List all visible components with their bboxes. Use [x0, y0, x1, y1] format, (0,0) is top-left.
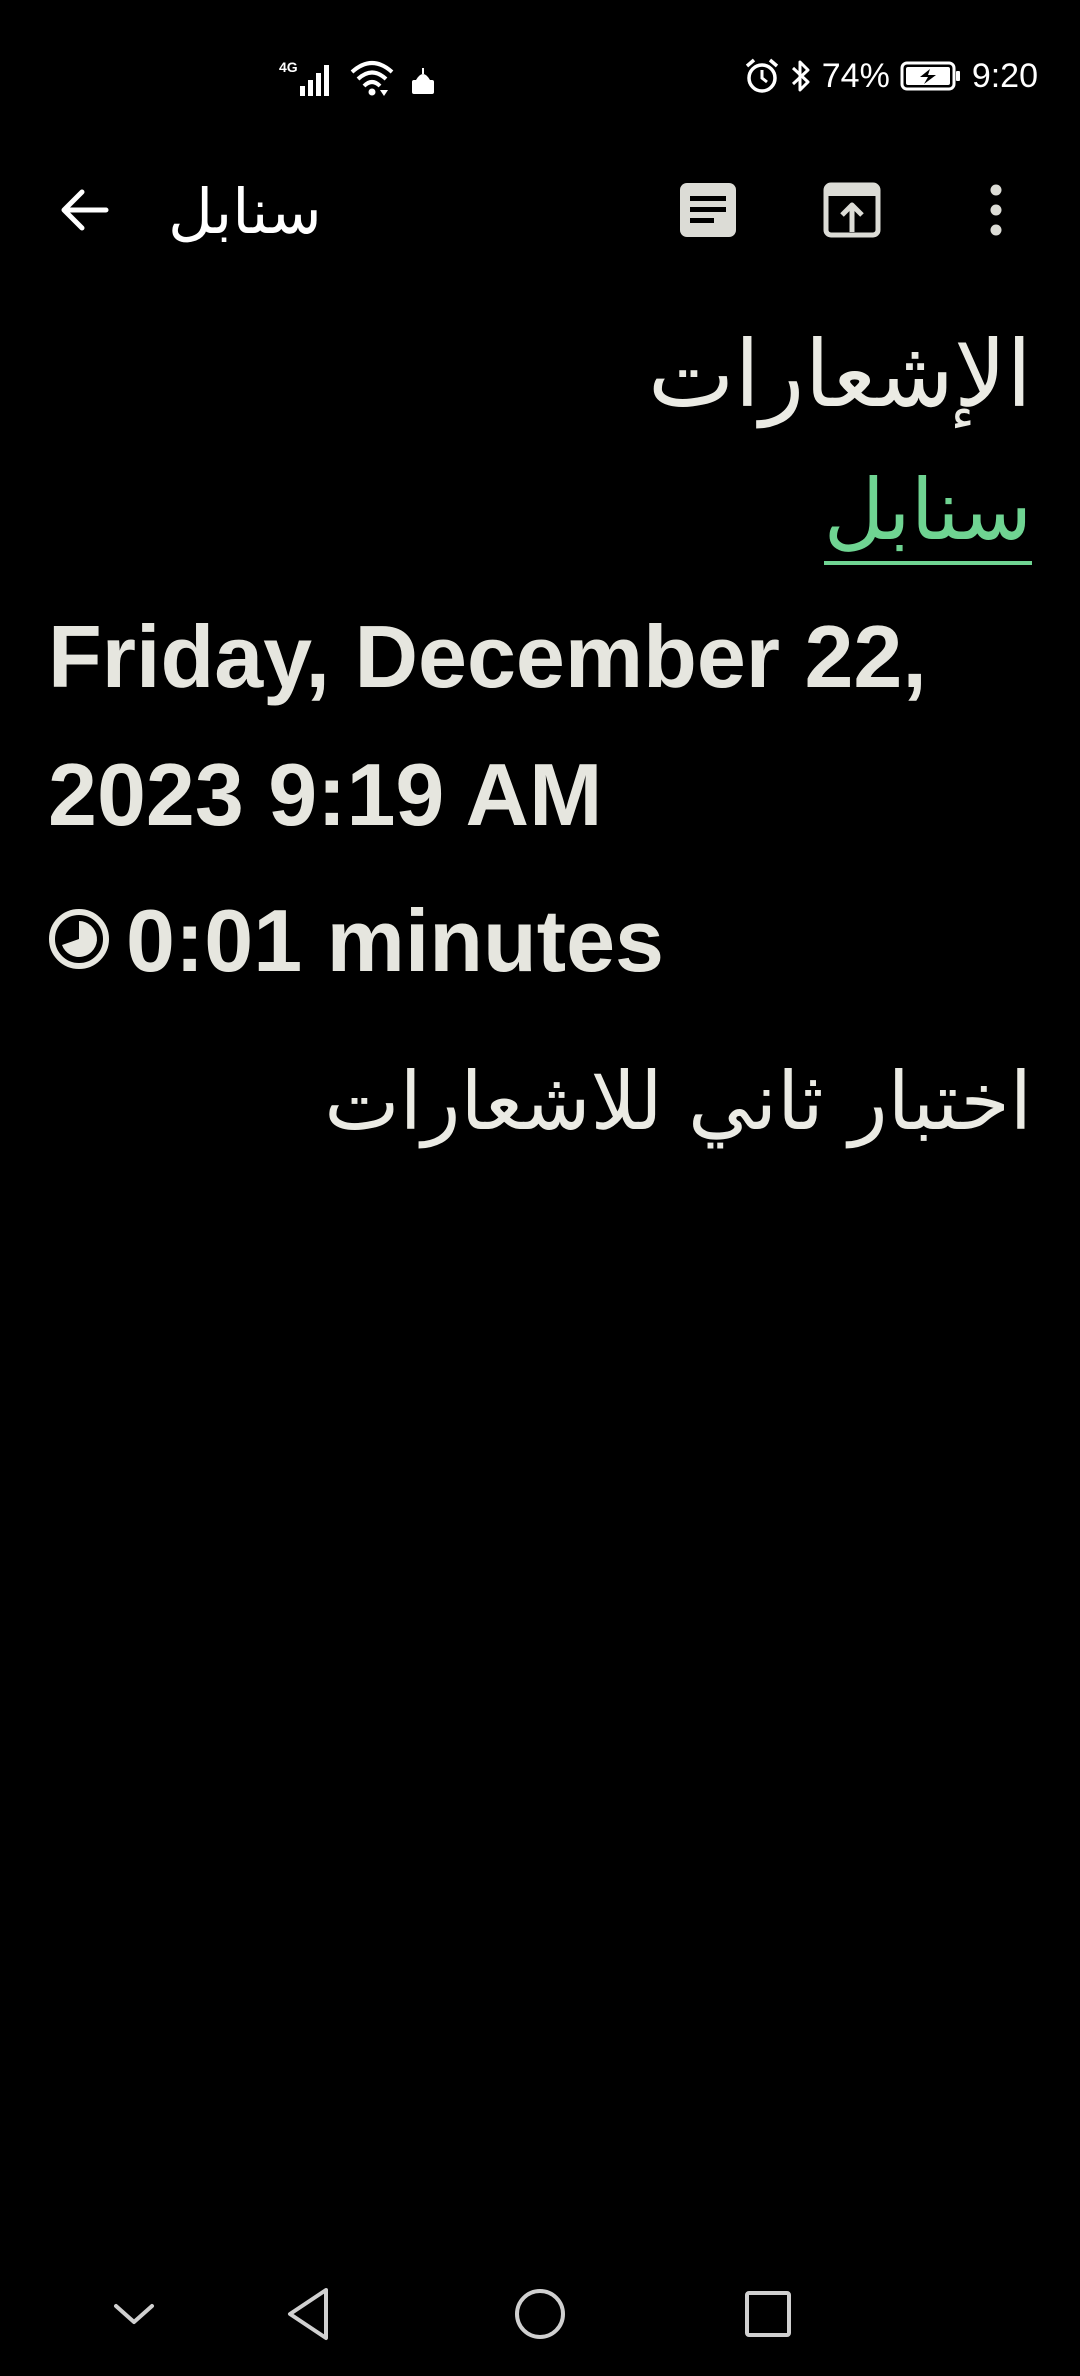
- post-body: اختبار ثاني للاشعارات: [324, 1055, 1032, 1148]
- wifi-icon: [350, 58, 394, 98]
- back-button[interactable]: [44, 180, 124, 244]
- open-in-browser-button[interactable]: [812, 180, 892, 244]
- navigation-bar: [0, 2256, 1080, 2376]
- nav-home-button[interactable]: [480, 2256, 600, 2376]
- post-date: Friday, December 22, 2023 9:19 AM: [48, 607, 927, 844]
- alarm-icon: [744, 58, 780, 94]
- back-triangle-icon: [284, 2286, 332, 2346]
- status-bar-left: 4G: [278, 54, 438, 98]
- arrow-back-icon: [58, 188, 110, 236]
- status-bar: 4G 74% 9:20: [0, 0, 1080, 150]
- read-time-text: 0:01 minutes: [126, 891, 664, 990]
- battery-charging-icon: [900, 60, 962, 92]
- clock-icon: [48, 908, 110, 974]
- reader-view-button[interactable]: [668, 180, 748, 244]
- more-options-button[interactable]: [956, 180, 1036, 244]
- open-in-browser-icon: [823, 182, 881, 242]
- status-bar-right: 74% 9:20: [744, 52, 1038, 100]
- bluetooth-icon: [790, 58, 812, 94]
- recents-square-icon: [743, 2289, 793, 2343]
- app-bar: سنابل: [0, 160, 1080, 264]
- more-vert-icon: [988, 184, 1004, 240]
- post-content: الإشعارات سنابل Friday, December 22, 202…: [48, 290, 1032, 1182]
- signal-icon: 4G: [278, 58, 336, 98]
- svg-text:4G: 4G: [279, 59, 298, 75]
- author-name: سنابل: [823, 461, 1032, 565]
- author-link[interactable]: سنابل: [48, 450, 1032, 580]
- nav-back-button[interactable]: [248, 2256, 368, 2376]
- nav-recents-button[interactable]: [708, 2256, 828, 2376]
- clock: 9:20: [971, 56, 1038, 95]
- app-title: سنابل: [168, 175, 322, 248]
- nav-collapse-button[interactable]: [74, 2256, 194, 2376]
- notification-app-icon: [408, 66, 438, 98]
- read-time: 0:01 minutes: [48, 876, 1032, 1006]
- battery-percent: 74%: [821, 56, 890, 95]
- reader-view-icon: [679, 182, 737, 242]
- home-circle-icon: [513, 2287, 567, 2345]
- collapse-icon: [112, 2301, 156, 2331]
- post-title: الإشعارات: [647, 321, 1032, 428]
